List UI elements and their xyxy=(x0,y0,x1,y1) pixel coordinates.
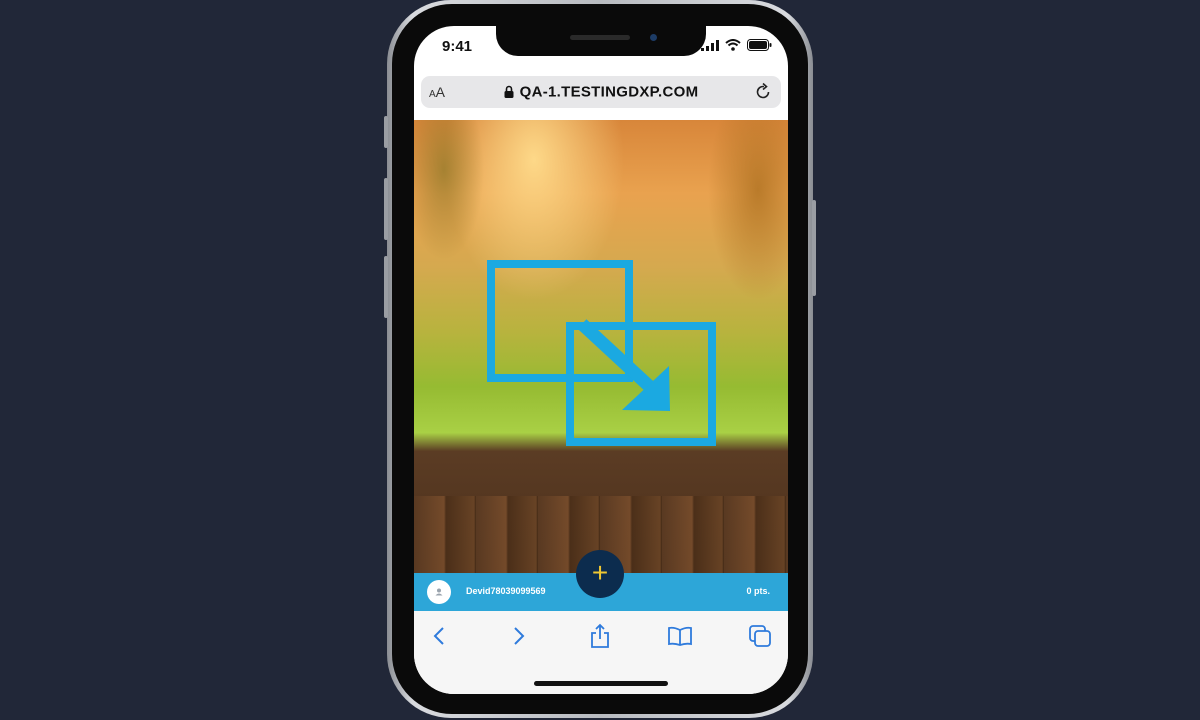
signal-icon xyxy=(701,39,719,51)
back-icon xyxy=(433,627,444,645)
address-bar[interactable]: AA QA-1.TESTINGDXP.COM xyxy=(421,76,781,108)
lock-icon xyxy=(504,85,514,99)
hero-banner xyxy=(414,120,788,580)
add-button[interactable]: + xyxy=(576,550,624,598)
tabs-icon xyxy=(749,625,771,647)
share-button[interactable] xyxy=(585,623,615,649)
home-indicator[interactable] xyxy=(534,681,668,686)
bookmarks-button[interactable] xyxy=(665,623,695,649)
user-icon xyxy=(435,588,443,596)
power-button xyxy=(812,200,816,296)
mute-switch xyxy=(384,116,388,148)
front-camera xyxy=(650,34,657,41)
forward-button[interactable] xyxy=(504,623,534,649)
notch xyxy=(496,26,706,56)
status-icons xyxy=(701,39,772,51)
points-count: 0 pts. xyxy=(746,586,770,596)
battery-icon xyxy=(747,39,772,51)
share-icon xyxy=(591,623,609,648)
bookmarks-icon xyxy=(668,626,692,646)
speaker xyxy=(570,35,630,40)
url-container[interactable]: QA-1.TESTINGDXP.COM xyxy=(421,83,781,101)
username: Devid78039099569 xyxy=(466,586,546,596)
volume-up-button xyxy=(384,178,388,240)
forward-icon xyxy=(514,627,525,645)
phone-screen: 9:41 AA QA-1.TESTINGDXP.COM Devid7803909… xyxy=(414,26,788,694)
tabs-button[interactable] xyxy=(745,623,775,649)
status-time: 9:41 xyxy=(442,38,473,55)
reload-icon[interactable] xyxy=(753,82,773,102)
url-text: QA-1.TESTINGDXP.COM xyxy=(519,83,699,101)
browser-toolbar xyxy=(414,611,788,694)
minimize-window-arrow-icon[interactable] xyxy=(484,258,719,448)
wifi-icon xyxy=(725,39,741,51)
back-button[interactable] xyxy=(424,623,454,649)
avatar[interactable] xyxy=(427,580,451,604)
volume-down-button xyxy=(384,256,388,318)
